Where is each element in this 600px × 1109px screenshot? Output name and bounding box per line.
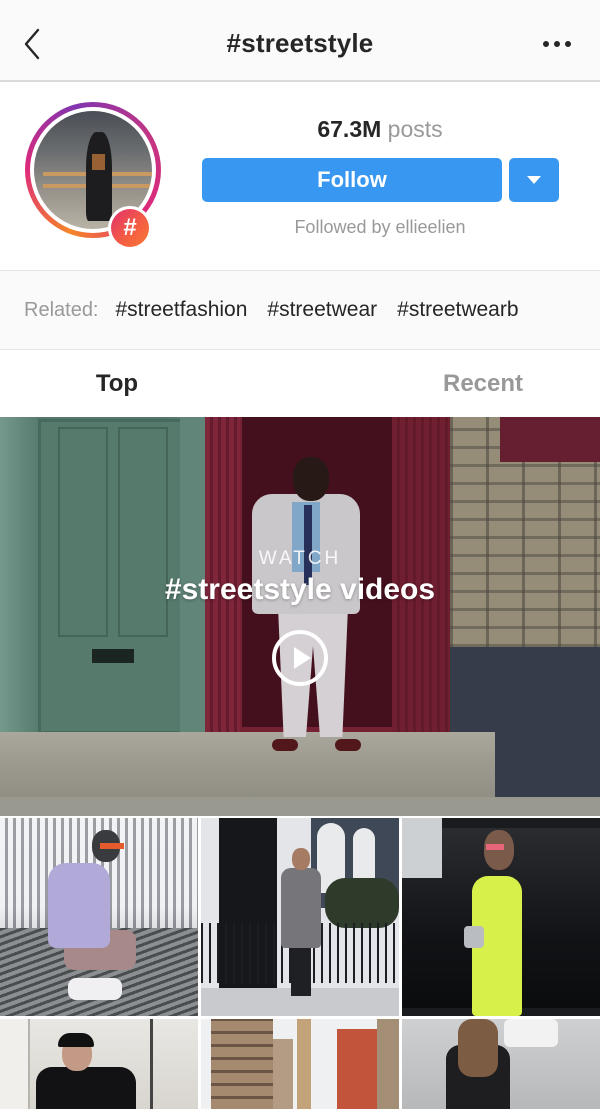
hashtag-icon: # [111,209,149,247]
feed-tabs: Top Recent [0,350,600,417]
tab-recent[interactable]: Recent [350,350,600,417]
play-button[interactable] [272,630,328,686]
tab-top[interactable]: Top [0,350,350,417]
more-dot [565,41,571,47]
top-nav-bar: #streetstyle [0,0,600,82]
post-thumbnail-detail [273,1039,293,1109]
post-thumbnail-detail [325,878,399,928]
caret-down-icon [527,176,541,184]
video-overlay [0,417,600,816]
post-thumbnail-detail [281,868,321,948]
hashtag-badge: # [108,206,152,250]
watch-videos-card[interactable]: WATCH #streetstyle videos [0,417,600,816]
post-thumbnail-detail [297,1019,311,1109]
posts-count-value: 67.3M [317,116,382,142]
posts-count-label: posts [387,116,443,142]
follow-options-dropdown-button[interactable] [509,158,559,202]
posts-grid [0,818,600,1109]
grid-post[interactable] [402,1019,600,1109]
hashtag-header: # 67.3M posts Follow Followed by ellieel… [0,84,600,270]
related-tag-link[interactable]: #streetfashion [116,298,248,322]
post-thumbnail-detail [291,944,311,996]
post-thumbnail-detail [292,848,310,870]
grid-post[interactable] [0,818,198,1016]
post-thumbnail-detail [504,1019,558,1047]
watch-title: #streetstyle videos [164,573,436,606]
post-thumbnail-detail [458,1019,498,1077]
post-thumbnail-detail [68,978,122,1000]
grid-post[interactable] [402,818,600,1016]
page-title: #streetstyle [226,28,374,58]
post-thumbnail-detail [402,818,442,878]
post-thumbnail-detail [36,1067,136,1109]
more-horizontal-icon [543,41,549,47]
related-hashtags-bar[interactable]: Related: #streetfashion #streetwear #str… [0,270,600,350]
post-thumbnail-detail [150,1019,153,1109]
post-thumbnail-detail [100,843,124,849]
watch-kicker: WATCH [258,548,342,569]
related-tag-link[interactable]: #streetwearb [397,298,518,322]
grid-post[interactable] [0,1019,198,1109]
posts-count: 67.3M posts [200,116,560,143]
related-label: Related: [24,298,99,321]
post-thumbnail-detail [211,1019,273,1109]
followed-by-text: Followed by ellieelien [294,217,466,237]
follow-button[interactable]: Follow [202,158,502,202]
related-tag-link[interactable]: #streetwear [267,298,377,322]
photo-detail [85,132,112,221]
post-thumbnail-detail [377,1019,399,1109]
post-thumbnail-detail [48,863,110,948]
post-thumbnail-detail [464,926,484,948]
post-thumbnail-detail [486,844,504,850]
post-thumbnail-detail [484,830,514,870]
grid-post[interactable] [201,818,399,1016]
post-thumbnail-detail [0,1019,30,1109]
post-thumbnail-detail [58,1033,94,1047]
post-thumbnail-detail [337,1029,377,1109]
grid-post[interactable] [201,1019,399,1109]
play-icon [294,647,311,669]
more-options-button[interactable] [540,34,574,54]
more-dot [554,41,560,47]
